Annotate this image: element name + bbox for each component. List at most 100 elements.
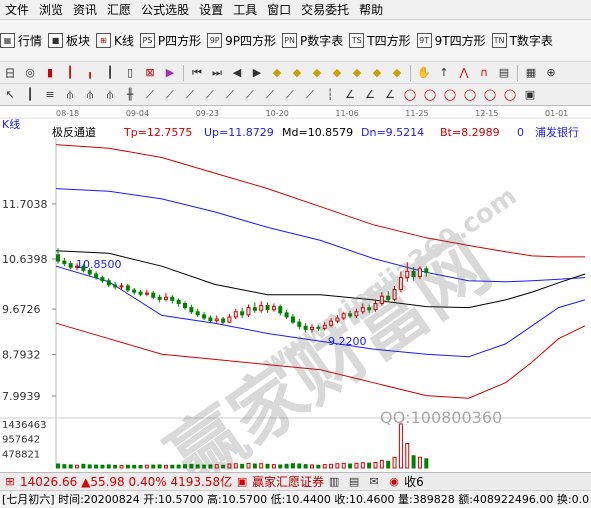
- param-md: Md=10.8579: [282, 126, 353, 139]
- diamond-icon[interactable]: ◆: [289, 65, 305, 81]
- first-icon[interactable]: ⏮: [189, 65, 205, 81]
- diamond-icon[interactable]: ◆: [329, 65, 345, 81]
- alert-icon[interactable]: ▣: [234, 474, 250, 490]
- menu-formula-stock-picking[interactable]: 公式选股: [136, 0, 194, 20]
- 9p-square-button[interactable]: 9P 9P四方形: [207, 32, 276, 49]
- flag-icon[interactable]: ▶: [162, 65, 178, 81]
- fan-icon[interactable]: ⟋: [242, 87, 258, 103]
- t-square-button[interactable]: TS T四方形: [349, 32, 411, 49]
- menu-window[interactable]: 窗口: [262, 0, 296, 20]
- pattern-icon[interactable]: ◎: [22, 65, 38, 81]
- angle-icon[interactable]: ∠: [362, 87, 378, 103]
- 9t-square-button[interactable]: 9T 9T四方形: [416, 32, 486, 49]
- kline-chart[interactable]: K线 极反通道 Tp=12.7575 Up=11.8729 Md=10.8579…: [0, 106, 591, 472]
- fork-icon[interactable]: ⫛: [62, 87, 78, 103]
- fan-icon[interactable]: ⟋: [222, 87, 238, 103]
- volume-bar: [360, 462, 365, 469]
- circle-icon[interactable]: ◯: [482, 87, 498, 103]
- angle-icon[interactable]: ∠: [382, 87, 398, 103]
- p-number-table-button[interactable]: PN P数字表: [282, 32, 343, 49]
- bars-icon[interactable]: ╻: [82, 65, 98, 81]
- volume-bar: [379, 459, 384, 469]
- angle-icon[interactable]: ∠: [342, 87, 358, 103]
- candle-single-icon[interactable]: ▯: [122, 65, 138, 81]
- volume-bar: [125, 464, 130, 469]
- candle-group-icon[interactable]: ┃: [62, 65, 78, 81]
- circle-icon[interactable]: ◯: [402, 87, 418, 103]
- circle-icon[interactable]: ◯: [422, 87, 438, 103]
- param-bt: Bt=8.2989: [440, 126, 500, 139]
- menu-browse[interactable]: 浏览: [34, 0, 68, 20]
- hand-icon[interactable]: ✋: [416, 65, 432, 81]
- circle-icon[interactable]: ◯: [462, 87, 478, 103]
- fork-down-icon[interactable]: ⫛: [102, 87, 118, 103]
- p-square-button[interactable]: PS P四方形: [139, 32, 201, 49]
- fan-icon[interactable]: ⟋: [182, 87, 198, 103]
- candle-body: [132, 289, 137, 293]
- separator: [183, 64, 184, 81]
- circle-icon[interactable]: ◯: [502, 87, 518, 103]
- diamond-icon[interactable]: ◆: [389, 65, 405, 81]
- broker-name[interactable]: 赢家汇愿证券: [252, 473, 324, 490]
- vertical-lines-icon[interactable]: ┃: [22, 87, 38, 103]
- speaker-icon[interactable]: ◉: [386, 474, 402, 490]
- sectors-button[interactable]: ■ 板块: [48, 32, 90, 49]
- dashed-line-icon[interactable]: ┆: [322, 87, 338, 103]
- fan-icon[interactable]: ⟋: [162, 87, 178, 103]
- chat-icon[interactable]: ✉: [366, 474, 382, 490]
- volume-bar: [398, 423, 403, 469]
- candle-body: [259, 305, 264, 311]
- calendar-icon[interactable]: ▦: [523, 65, 539, 81]
- day-period-icon[interactable]: 日: [2, 65, 18, 81]
- diamond-icon[interactable]: ◆: [309, 65, 325, 81]
- menu-help[interactable]: 帮助: [354, 0, 388, 20]
- arrow-tool-icon[interactable]: ↖: [2, 87, 18, 103]
- candle-body: [233, 311, 238, 318]
- status-bar: ⊞ 14026.66 ▲55.98 0.40% 4193.58亿 ▣ 赢家汇愿证…: [0, 472, 591, 490]
- volume-bar: [271, 464, 276, 469]
- volume-bar: [68, 464, 73, 469]
- cube-icon[interactable]: ▣: [522, 87, 538, 103]
- grid-pattern-icon[interactable]: ▤: [496, 65, 512, 81]
- next-icon[interactable]: ⏭: [209, 65, 225, 81]
- bars-tool-icon[interactable]: ╫: [122, 87, 138, 103]
- candle-body: [252, 307, 257, 311]
- fan-icon[interactable]: ⟋: [202, 87, 218, 103]
- t-number-table-button[interactable]: TN T数字表: [491, 32, 553, 49]
- fan-icon[interactable]: ⟋: [142, 87, 158, 103]
- circle-icon[interactable]: ◯: [442, 87, 458, 103]
- volume-bar: [284, 463, 289, 469]
- zoom-icon[interactable]: ⊕: [543, 65, 559, 81]
- fan-icon[interactable]: ⟋: [282, 87, 298, 103]
- stock-name: 浦发银行: [535, 125, 579, 139]
- diamond-icon[interactable]: ◆: [269, 65, 285, 81]
- menu-huiyuan[interactable]: 汇愿: [102, 0, 136, 20]
- candle-body: [290, 316, 295, 323]
- trend-icon[interactable]: ⋀: [456, 65, 472, 81]
- level-lines-icon[interactable]: ≡: [42, 87, 58, 103]
- fan-icon[interactable]: ⟋: [262, 87, 278, 103]
- left-icon[interactable]: ◀: [229, 65, 245, 81]
- kline-button[interactable]: ⊞ K线: [96, 32, 134, 49]
- stop-icon[interactable]: ⊠: [142, 65, 158, 81]
- fork-alt-icon[interactable]: ⫛: [82, 87, 98, 103]
- menu-settings[interactable]: 设置: [194, 0, 228, 20]
- lock-icon[interactable]: ▤: [346, 474, 362, 490]
- candle-up-icon[interactable]: ▮: [42, 65, 58, 81]
- magnet-icon[interactable]: ∩: [476, 65, 492, 81]
- candle-body: [284, 312, 289, 318]
- volume-bar: [417, 456, 422, 469]
- diamond-icon[interactable]: ◆: [349, 65, 365, 81]
- menu-tools[interactable]: 工具: [228, 0, 262, 20]
- arrow-up-icon[interactable]: ↑: [436, 65, 452, 81]
- right-icon[interactable]: ▶: [249, 65, 265, 81]
- bars-alt-icon[interactable]: ┃: [102, 65, 118, 81]
- info-icon[interactable]: ▥: [326, 474, 342, 490]
- date-tick-label: 09-04: [126, 109, 149, 118]
- fan-icon[interactable]: ⟋: [302, 87, 318, 103]
- menu-trade[interactable]: 交易委托: [296, 0, 354, 20]
- menu-info[interactable]: 资讯: [68, 0, 102, 20]
- quotes-button[interactable]: ▦ 行情: [0, 32, 42, 49]
- diamond-icon[interactable]: ◆: [369, 65, 385, 81]
- menu-file[interactable]: 文件: [0, 0, 34, 20]
